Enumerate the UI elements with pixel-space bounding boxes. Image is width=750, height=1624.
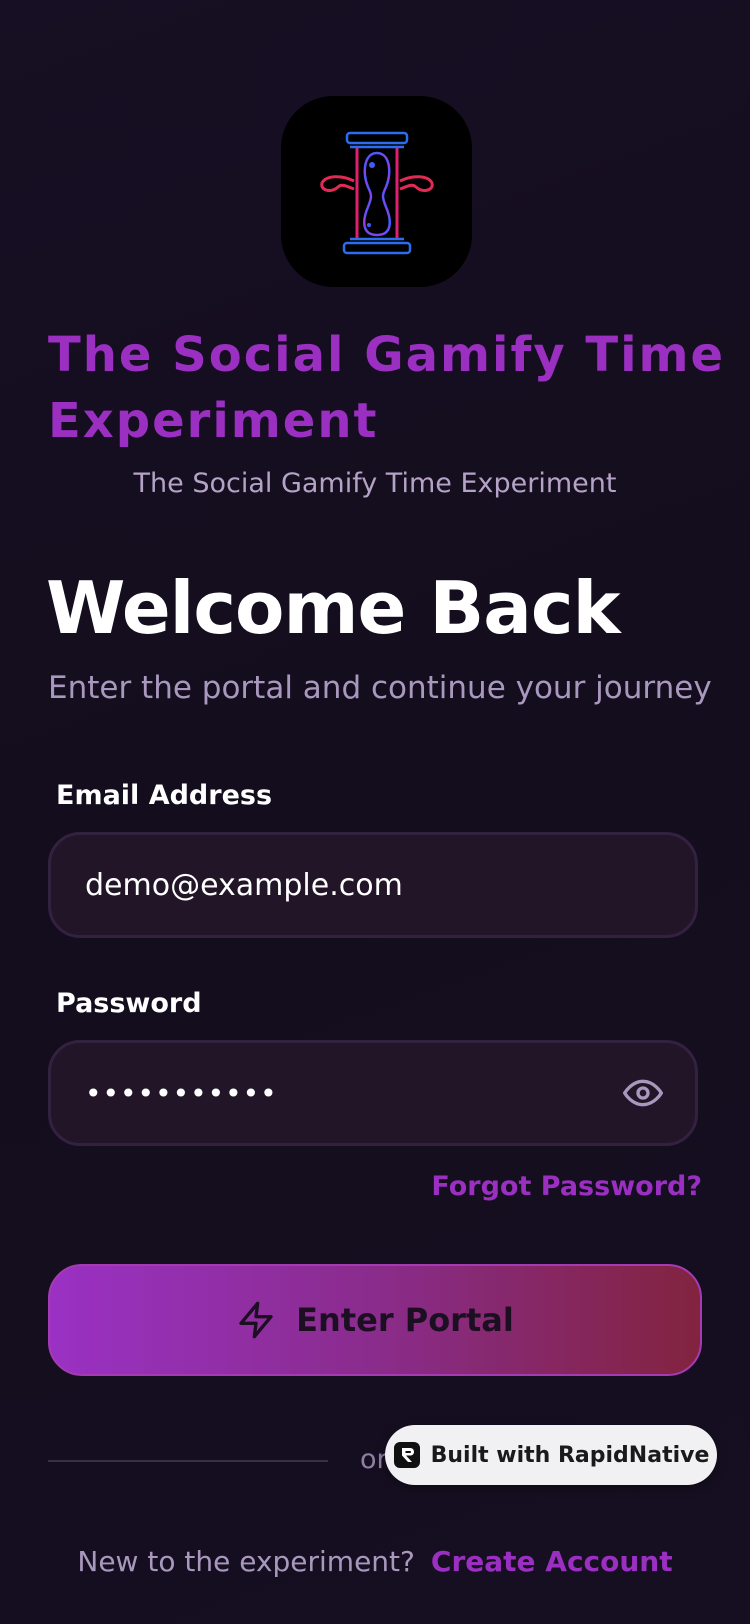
email-label: Email Address: [56, 780, 273, 811]
enter-portal-label: Enter Portal: [296, 1301, 514, 1339]
hourglass-icon: [319, 131, 434, 254]
app-logo: [281, 96, 472, 287]
signup-question: New to the experiment?: [77, 1545, 415, 1578]
welcome-title: Welcome Back: [46, 566, 620, 650]
built-with-badge[interactable]: Built with RapidNative: [385, 1425, 717, 1485]
eye-icon: [623, 1079, 663, 1107]
email-field-container: [48, 832, 698, 938]
password-input[interactable]: •••••••••••: [51, 1077, 613, 1110]
create-account-link[interactable]: Create Account: [431, 1544, 673, 1580]
login-screen: The Social Gamify Time Experiment The So…: [0, 0, 750, 1624]
rapidnative-logo-icon: [393, 1442, 420, 1468]
divider-text: or: [360, 1444, 388, 1475]
built-with-text: Built with RapidNative: [430, 1442, 710, 1468]
password-label: Password: [56, 988, 202, 1019]
password-toggle-button[interactable]: [613, 1063, 673, 1123]
forgot-password-link[interactable]: Forgot Password?: [431, 1170, 702, 1204]
lightning-icon: [239, 1301, 273, 1339]
divider-line: [48, 1460, 328, 1462]
app-title: The Social Gamify Time Experiment: [48, 327, 726, 449]
email-input[interactable]: [51, 835, 695, 935]
app-subtitle: The Social Gamify Time Experiment: [133, 468, 617, 499]
enter-portal-button[interactable]: Enter Portal: [48, 1264, 702, 1376]
signup-prompt: New to the experiment? Create Account: [0, 1544, 750, 1580]
welcome-subtitle: Enter the portal and continue your journ…: [48, 670, 712, 706]
password-field-container: •••••••••••: [48, 1040, 698, 1146]
